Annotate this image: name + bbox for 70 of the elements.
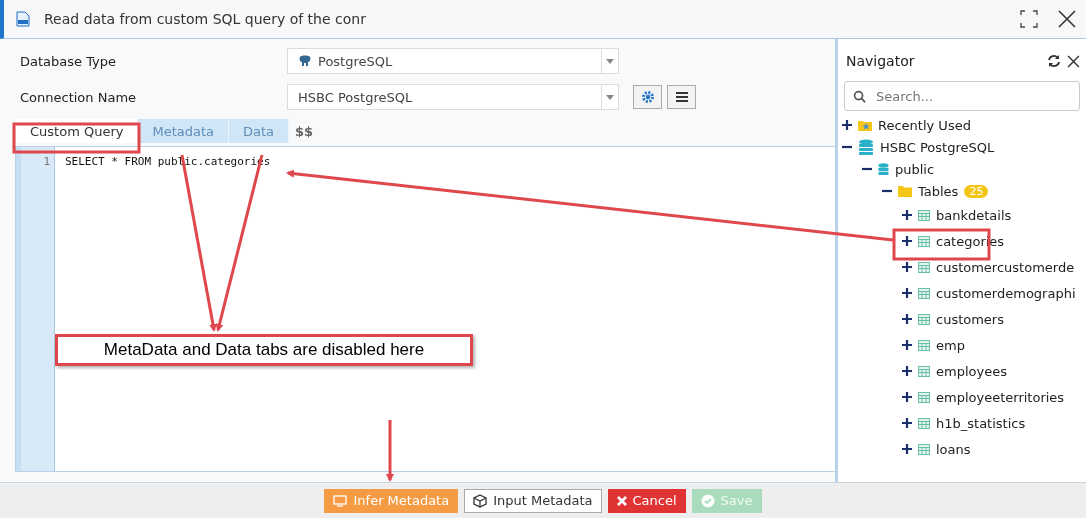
callout-box: MetaData and Data tabs are disabled here xyxy=(55,334,473,366)
select-field[interactable]: HSBC PostgreSQL xyxy=(287,84,619,110)
tree-item[interactable]: employeeterritories xyxy=(936,389,1065,405)
expander-icon[interactable] xyxy=(902,392,912,402)
tree-item[interactable]: customercustomerde xyxy=(936,259,1075,275)
caret-icon xyxy=(606,94,614,100)
caret-icon xyxy=(606,58,614,64)
search-icon xyxy=(853,89,866,103)
starred-folder-icon xyxy=(858,119,872,131)
search-input[interactable]: Search... xyxy=(874,87,1058,105)
tree-item[interactable]: emp xyxy=(936,337,965,353)
table-icon xyxy=(918,261,930,273)
elephant-icon xyxy=(298,54,312,68)
expander-icon[interactable] xyxy=(902,236,912,246)
table-icon xyxy=(918,391,930,403)
expander-icon[interactable] xyxy=(902,262,912,272)
maximize-icon[interactable] xyxy=(1020,10,1038,28)
tree-item[interactable]: h1b_statistics xyxy=(936,415,1026,431)
expander-icon[interactable] xyxy=(842,120,852,130)
monitor-icon xyxy=(333,494,348,507)
close-icon[interactable] xyxy=(1058,10,1076,28)
tree-item[interactable]: customerdemographi xyxy=(936,285,1076,301)
tree-item[interactable]: public xyxy=(895,161,935,177)
table-icon xyxy=(918,417,930,429)
table-icon xyxy=(918,235,930,247)
gear-icon xyxy=(641,91,654,103)
tree-item[interactable]: HSBC PostgreSQL xyxy=(880,139,995,155)
arrow xyxy=(386,420,394,482)
table-icon xyxy=(918,313,930,325)
field-label: Database Type xyxy=(20,53,118,69)
expander-icon[interactable] xyxy=(902,314,912,324)
window-title: Read data from custom SQL query of the conr xyxy=(44,11,367,27)
line-number: 1 xyxy=(43,155,50,168)
close-icon[interactable] xyxy=(1067,54,1080,68)
close-icon xyxy=(616,495,627,506)
cube-icon xyxy=(473,493,488,508)
settings-button[interactable] xyxy=(633,85,662,109)
folder-icon xyxy=(898,185,912,197)
tree-item[interactable]: customers xyxy=(936,311,1004,327)
expander-icon[interactable] xyxy=(902,418,912,428)
tree-item[interactable]: bankdetails xyxy=(936,207,1012,223)
database-icon xyxy=(878,162,889,176)
expander-icon[interactable] xyxy=(902,340,912,350)
count-badge: 25 xyxy=(964,184,989,198)
table-icon xyxy=(918,443,930,455)
select-field[interactable]: PostgreSQL xyxy=(287,48,619,74)
tree-item[interactable]: Recently Used xyxy=(878,117,971,133)
refresh-icon[interactable] xyxy=(1047,54,1061,68)
tree-item[interactable]: loans xyxy=(936,441,971,457)
tree-item[interactable]: Tables xyxy=(918,183,959,199)
action-button[interactable]: Input Metadata xyxy=(464,488,602,513)
expander-icon[interactable] xyxy=(902,366,912,376)
table-icon xyxy=(918,287,930,299)
dollar-sign-label: $$ xyxy=(295,123,314,139)
database-icon xyxy=(858,139,874,155)
tree-item[interactable]: employees xyxy=(936,363,1007,379)
expander-icon[interactable] xyxy=(902,288,912,298)
search-field[interactable]: Search... xyxy=(844,81,1080,111)
table-icon xyxy=(918,339,930,351)
panel-title: Navigator xyxy=(846,53,916,69)
check-icon xyxy=(700,493,715,508)
expander-icon[interactable] xyxy=(902,210,912,220)
menu-icon xyxy=(675,92,688,102)
table-icon xyxy=(918,209,930,221)
sql-file-icon xyxy=(16,11,30,27)
expander-icon[interactable] xyxy=(902,444,912,454)
menu-button[interactable] xyxy=(667,85,696,109)
field-label: Connection Name xyxy=(20,89,138,105)
action-button[interactable]: Cancel xyxy=(607,488,686,513)
table-icon xyxy=(918,365,930,377)
